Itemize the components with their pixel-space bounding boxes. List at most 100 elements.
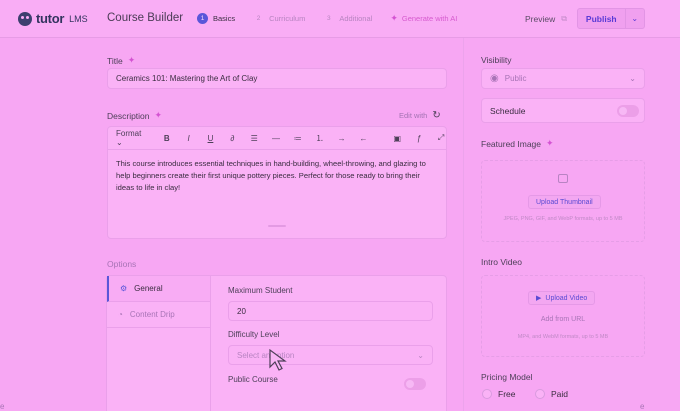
tab-label: Content Drip xyxy=(129,310,175,319)
max-student-input[interactable]: 20 xyxy=(228,301,433,321)
chevron-down-icon: ⌄ xyxy=(417,351,424,360)
upload-video-label: Upload Video xyxy=(545,294,588,302)
step-number: 1 xyxy=(197,13,208,24)
eye-icon: ◉ xyxy=(490,73,499,84)
title-label: Title ✦ xyxy=(107,55,135,66)
radio-button[interactable] xyxy=(535,389,545,399)
step-additional[interactable]: 3 Additional xyxy=(323,13,372,24)
visibility-select[interactable]: ◉ Public ⌄ xyxy=(481,68,645,89)
visibility-value: Public xyxy=(504,74,527,83)
publish-button[interactable]: Publish xyxy=(578,14,625,24)
generate-with-ai-button[interactable]: ✦ Generate with AI xyxy=(390,13,457,24)
numbered-list-icon[interactable]: ⒈ xyxy=(315,133,325,144)
image-icon xyxy=(558,174,568,183)
title-input[interactable]: Ceramics 101: Mastering the Art of Clay xyxy=(107,68,447,89)
edge-text-right: e xyxy=(640,402,645,411)
link-icon[interactable]: ∂ xyxy=(227,134,237,143)
options-label: Options xyxy=(107,259,137,269)
step-curriculum[interactable]: 2 Curriculum xyxy=(253,13,306,24)
sparkle-icon: ✦ xyxy=(390,13,398,23)
add-from-url-link[interactable]: Add from URL xyxy=(481,316,645,323)
difficulty-select[interactable]: Select an option ⌄ xyxy=(228,345,433,365)
step-number: 2 xyxy=(256,15,261,22)
step-label: Additional xyxy=(339,14,373,23)
options-general-body: Maximum Student 20 Difficulty Level Sele… xyxy=(228,286,433,390)
public-course-toggle[interactable] xyxy=(404,378,426,390)
schedule-label: Schedule xyxy=(490,105,526,116)
resize-handle[interactable] xyxy=(268,225,286,227)
upload-thumbnail-button[interactable]: Upload Thumbnail xyxy=(528,195,601,209)
schedule-toggle[interactable] xyxy=(617,105,639,117)
tutor-owl-icon xyxy=(18,11,32,26)
underline-icon[interactable]: U xyxy=(206,134,216,143)
step-basics[interactable]: 1 Basics xyxy=(197,13,235,24)
gear-icon: ⚙ xyxy=(120,284,128,293)
max-student-label: Maximum Student xyxy=(228,286,293,295)
image-icon[interactable]: ▣ xyxy=(392,134,402,143)
pricing-free-option[interactable]: Free xyxy=(482,389,515,399)
fullscreen-icon[interactable]: ⤢ xyxy=(436,133,446,143)
thumbnail-hint: JPEG, PNG, GIF, and WebP formats, up to … xyxy=(503,216,623,222)
tab-label: General xyxy=(134,284,163,293)
italic-icon[interactable]: I xyxy=(184,134,194,143)
edit-with-button[interactable]: Edit with ↻ xyxy=(399,110,441,121)
upload-video-button[interactable]: ▶ Upload Video xyxy=(528,291,596,305)
format-dropdown[interactable]: Format ⌄ xyxy=(116,129,150,147)
title-label-text: Title xyxy=(107,55,123,66)
mouse-cursor-icon xyxy=(269,348,287,371)
page-title: Course Builder xyxy=(107,12,184,24)
description-text[interactable]: This course introduces essential techniq… xyxy=(108,150,446,202)
difficulty-label: Difficulty Level xyxy=(228,330,280,339)
drip-icon: ◔ xyxy=(118,310,123,319)
top-bar: tutor LMS Course Builder 1 Basics 2 Curr… xyxy=(0,0,680,38)
pricing-free-label: Free xyxy=(498,389,516,399)
editor-toolbar: Format ⌄ B I U ∂ ☰ — ≔ ⒈ → ← ▣ ƒ ⤢ xyxy=(108,127,446,150)
bold-icon[interactable]: B xyxy=(162,134,172,143)
step-label: Curriculum xyxy=(269,14,306,23)
publish-button-group: Publish ⌄ xyxy=(577,8,645,29)
featured-image-label: Featured Image ✦ xyxy=(481,138,554,149)
external-link-icon: ⧉ xyxy=(561,14,567,23)
logo-text: tutor xyxy=(36,11,65,26)
align-icon[interactable]: ☰ xyxy=(249,134,259,143)
builder-steps: 1 Basics 2 Curriculum 3 Additional ✦ Gen… xyxy=(197,13,457,24)
pricing-paid-label: Paid xyxy=(551,389,569,399)
chevron-down-icon: ⌄ xyxy=(629,74,636,83)
edge-text-left: e xyxy=(0,402,5,411)
options-panel: ⚙ General ◔ Content Drip Maximum Student… xyxy=(106,275,447,411)
description-label: Description ✦ xyxy=(107,110,162,121)
public-course-label: Public Course xyxy=(228,375,278,384)
sparkle-icon[interactable]: ✦ xyxy=(155,110,163,121)
horizontal-rule-icon[interactable]: — xyxy=(271,134,281,143)
tutor-logo[interactable]: tutor LMS xyxy=(18,11,88,26)
description-label-text: Description xyxy=(107,110,150,121)
function-icon[interactable]: ƒ xyxy=(414,134,424,143)
logo-sub: LMS xyxy=(69,13,88,24)
radio-button[interactable] xyxy=(482,389,492,399)
bullet-list-icon[interactable]: ≔ xyxy=(293,134,303,143)
intro-video-label: Intro Video xyxy=(481,257,522,267)
preview-button[interactable]: Preview ⧉ xyxy=(525,14,567,24)
ai-step-label: Generate with AI xyxy=(401,14,458,23)
video-icon: ▶ xyxy=(536,295,542,302)
step-number: 3 xyxy=(327,15,331,22)
indent-icon[interactable]: → xyxy=(337,134,347,143)
featured-image-text: Featured Image xyxy=(481,138,542,149)
preview-label: Preview xyxy=(525,14,556,24)
options-tabs: ⚙ General ◔ Content Drip xyxy=(107,276,211,411)
pricing-model-label: Pricing Model xyxy=(481,372,533,382)
visibility-label: Visibility xyxy=(481,55,512,65)
ai-edit-icon: ↻ xyxy=(432,110,441,121)
sparkle-icon[interactable]: ✦ xyxy=(546,138,554,149)
description-editor: Format ⌄ B I U ∂ ☰ — ≔ ⒈ → ← ▣ ƒ ⤢ This … xyxy=(107,126,447,239)
edit-with-label: Edit with xyxy=(399,111,428,120)
tab-general[interactable]: ⚙ General xyxy=(107,276,210,302)
video-hint: MP4, and WebM formats, up to 5 MB xyxy=(517,334,609,340)
column-divider xyxy=(463,38,464,411)
tab-content-drip[interactable]: ◔ Content Drip xyxy=(107,302,210,328)
step-label: Basics xyxy=(213,14,236,23)
chevron-down-icon[interactable]: ⌄ xyxy=(624,9,644,28)
outdent-icon[interactable]: ← xyxy=(359,134,369,143)
pricing-paid-option[interactable]: Paid xyxy=(535,389,568,399)
sparkle-icon[interactable]: ✦ xyxy=(128,55,136,66)
